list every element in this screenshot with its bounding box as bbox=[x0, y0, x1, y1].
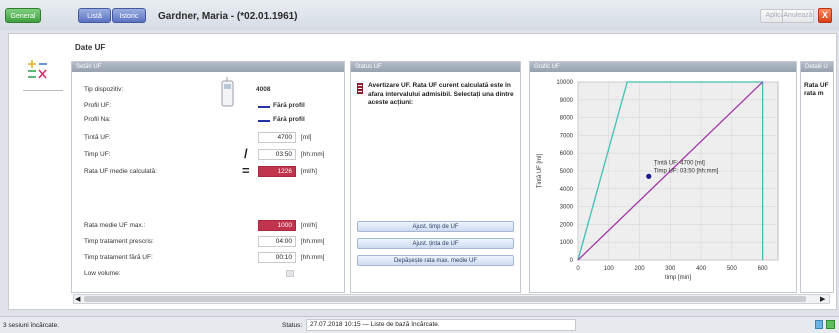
y-tick-label: 9000 bbox=[560, 98, 574, 104]
y-tick-label: 3000 bbox=[560, 205, 574, 211]
x-tick-label: 200 bbox=[635, 266, 646, 272]
time-uf-field[interactable]: 03:50 bbox=[258, 149, 296, 160]
adjust-time-button[interactable]: Ajust. timp de UF bbox=[357, 221, 514, 232]
y-tick-label: 8000 bbox=[560, 116, 574, 122]
y-tick-label: 0 bbox=[570, 258, 574, 264]
x-tick-label: 0 bbox=[576, 266, 580, 272]
warning-message: Avertizare UF. Rata UF curent calculată … bbox=[368, 82, 514, 106]
setari-uf-panel: Setări UF Tip dispozitiv: 4008 Profil UF… bbox=[71, 61, 345, 293]
tab-istoric[interactable]: Istoric bbox=[112, 8, 146, 23]
x-tick-label: 500 bbox=[727, 266, 738, 272]
time-without-uf-field[interactable]: 00:10 bbox=[258, 252, 296, 263]
sessions-loaded-text: 3 sesiuni încărcate. bbox=[3, 322, 60, 329]
calc-rate-unit: [ml/h] bbox=[301, 168, 317, 175]
profile-na-value: Fără profil bbox=[273, 116, 305, 123]
x-tick-label: 100 bbox=[604, 266, 615, 272]
equals-icon: = bbox=[242, 163, 250, 178]
divide-icon: / bbox=[244, 146, 248, 161]
time-without-uf-unit: [hh:mm] bbox=[301, 254, 325, 261]
profile-uf-line-icon bbox=[258, 106, 270, 108]
time-uf-label: Timp UF: bbox=[84, 151, 111, 158]
y-tick-label: 1000 bbox=[560, 240, 574, 246]
calc-rate-field: 1226 bbox=[258, 166, 296, 177]
detalii-uf-panel: Detalii U Rata UF rata m bbox=[800, 61, 834, 293]
scrollbar-thumb[interactable] bbox=[84, 296, 806, 302]
panel-header: Grafic UF bbox=[530, 62, 796, 72]
page-title: Date UF bbox=[75, 43, 106, 52]
status-bar: 3 sesiuni încărcate. Status: 27.07.2018 … bbox=[0, 316, 839, 333]
warning-icon bbox=[357, 83, 363, 94]
calc-rate-label: Rata UF medie calculată: bbox=[84, 168, 157, 175]
x-tick-label: 400 bbox=[696, 266, 707, 272]
profile-na-line-icon bbox=[258, 120, 270, 122]
device-icon bbox=[221, 77, 234, 107]
network-icon bbox=[815, 320, 823, 329]
prescribed-time-unit: [hh:mm] bbox=[301, 238, 325, 245]
patient-name: Gardner, Maria - (*02.01.1961) bbox=[158, 11, 298, 22]
profile-uf-value: Fără profil bbox=[273, 102, 305, 109]
adjust-target-button[interactable]: Ajust. ținta de UF bbox=[357, 238, 514, 249]
horizontal-scrollbar[interactable]: ◀ ▶ bbox=[73, 294, 830, 304]
scroll-right-icon[interactable]: ▶ bbox=[820, 296, 825, 303]
x-axis-label: timp [min] bbox=[665, 275, 691, 281]
detalii-text: Rata UF rata m bbox=[804, 82, 829, 97]
low-volume-checkbox[interactable] bbox=[286, 270, 294, 277]
status-label: Status: bbox=[282, 322, 303, 329]
x-tick-label: 300 bbox=[665, 266, 676, 272]
prescribed-time-field[interactable]: 04:00 bbox=[258, 236, 296, 247]
icon-divider bbox=[23, 90, 63, 91]
chart-annotation: Țintă UF: 4700 [ml] bbox=[654, 160, 705, 166]
tab-lista[interactable]: Listă bbox=[78, 8, 111, 23]
max-rate-unit: [ml/h] bbox=[301, 222, 317, 229]
y-tick-label: 6000 bbox=[560, 151, 574, 157]
x-tick-label: 600 bbox=[758, 266, 769, 272]
panel-header: Status UF bbox=[351, 62, 520, 72]
y-tick-label: 7000 bbox=[560, 133, 574, 139]
top-bar: General Listă Istoric Gardner, Maria - (… bbox=[0, 0, 839, 30]
uf-chart: 0100020003000400050006000700080009000100… bbox=[537, 80, 779, 281]
max-rate-label: Rata medie UF max.: bbox=[84, 222, 146, 229]
uf-settings-icon bbox=[24, 56, 60, 86]
y-tick-label: 4000 bbox=[560, 187, 574, 193]
target-point bbox=[646, 173, 652, 179]
status-value: 27.07.2018 10:15 — Liste de bază încărca… bbox=[306, 319, 576, 331]
grafic-uf-panel: Grafic UF 0 1000 2000 3000 4000 5000 6000 7000 8… bbox=[529, 61, 797, 293]
y-axis-label: Țintă UF [ml] bbox=[537, 154, 543, 189]
profile-uf-label: Profil UF: bbox=[84, 102, 112, 109]
y-tick-label: 2000 bbox=[560, 222, 574, 228]
y-tick-label: 5000 bbox=[560, 169, 574, 175]
y-tick-label: 10000 bbox=[556, 80, 573, 86]
target-uf-field[interactable]: 4700 bbox=[258, 132, 296, 143]
device-type-value: 4008 bbox=[256, 86, 271, 93]
target-uf-unit: [ml] bbox=[301, 134, 312, 141]
chart-annotation: Timp UF: 03:50 [hh:mm] bbox=[654, 168, 719, 174]
time-without-uf-label: Timp tratament fără UF: bbox=[84, 254, 153, 261]
status-uf-panel: Status UF Avertizare UF. Rata UF curent … bbox=[350, 61, 521, 293]
device-type-label: Tip dispozitiv: bbox=[84, 86, 124, 93]
tab-general[interactable]: General bbox=[5, 8, 41, 23]
max-rate-field[interactable]: 1000 bbox=[258, 220, 296, 231]
prescribed-time-label: Timp tratament prescris: bbox=[84, 238, 154, 245]
profile-na-label: Profil Na: bbox=[84, 116, 111, 123]
cancel-button[interactable]: Anulează bbox=[782, 9, 814, 23]
status-ok-icon bbox=[826, 320, 835, 329]
low-volume-label: Low volume: bbox=[84, 270, 121, 277]
target-uf-label: Țintă UF: bbox=[84, 134, 111, 141]
time-uf-unit: [hh:mm] bbox=[301, 151, 325, 158]
scroll-left-icon[interactable]: ◀ bbox=[75, 296, 80, 303]
panel-header: Setări UF bbox=[72, 62, 344, 72]
close-button[interactable]: X bbox=[818, 8, 832, 23]
exceed-max-rate-button[interactable]: Depășește rata max. medie UF bbox=[357, 255, 514, 266]
panel-header: Detalii U bbox=[801, 62, 833, 72]
